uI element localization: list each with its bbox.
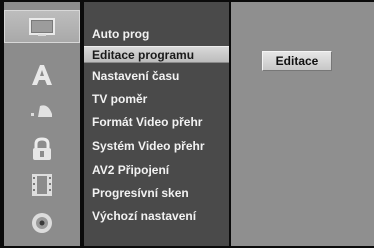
tab-audio[interactable]: [4, 93, 80, 126]
menu-item-progressive-scan[interactable]: Progresívní sken: [84, 182, 229, 204]
menu-item-factory-reset[interactable]: Výchozí nastavení: [84, 205, 229, 227]
display-icon: [29, 17, 55, 37]
menu-item-time-setting[interactable]: Nastavení času: [84, 65, 229, 87]
menu-item-video-system[interactable]: Systém Video přehr: [84, 135, 229, 157]
menu-item-av2-connection[interactable]: AV2 Připojení: [84, 159, 229, 181]
menu-item-auto-prog[interactable]: Auto prog: [84, 23, 229, 45]
edit-button[interactable]: Editace: [262, 51, 332, 71]
tab-language[interactable]: [4, 58, 80, 91]
tab-lock[interactable]: [4, 132, 80, 165]
lock-icon: [30, 136, 54, 161]
menu-item-edit-program[interactable]: Editace programu: [84, 46, 229, 63]
menu-item-tv-aspect[interactable]: TV poměr: [84, 88, 229, 110]
option-panel: Editace: [231, 2, 374, 246]
tab-disc[interactable]: [4, 206, 80, 239]
settings-menu: Auto prog Editace programu Nastavení čas…: [84, 2, 229, 246]
setup-menu-screen: Auto prog Editace programu Nastavení čas…: [0, 0, 374, 248]
film-icon: [31, 173, 53, 197]
tab-display[interactable]: [4, 10, 80, 43]
menu-item-video-format[interactable]: Formát Video přehr: [84, 111, 229, 133]
disc-icon: [30, 211, 54, 235]
tab-film[interactable]: [4, 168, 80, 201]
category-icon-column: [4, 2, 80, 246]
audio-icon: [28, 100, 56, 120]
language-icon: [29, 64, 55, 86]
